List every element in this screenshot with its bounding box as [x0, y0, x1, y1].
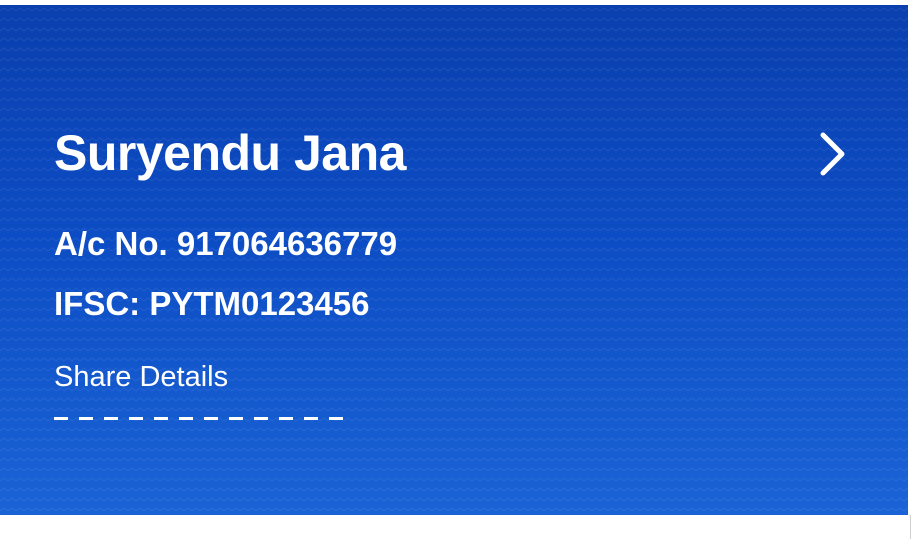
- ifsc-code: IFSC: PYTM0123456: [54, 285, 370, 322]
- chevron-right-icon[interactable]: [808, 127, 856, 183]
- share-details-dashed-underline: [54, 417, 354, 420]
- content-below-card: [0, 515, 908, 539]
- right-edge: [908, 5, 912, 539]
- account-number: A/c No. 917064636779: [54, 225, 398, 262]
- share-details-link[interactable]: Share Details: [54, 359, 228, 395]
- bank-account-card[interactable]: Suryendu Jana A/c No. 917064636779 IFSC:…: [0, 5, 908, 515]
- account-holder-name: Suryendu Jana: [54, 125, 406, 181]
- scroll-edge-line: [910, 515, 911, 539]
